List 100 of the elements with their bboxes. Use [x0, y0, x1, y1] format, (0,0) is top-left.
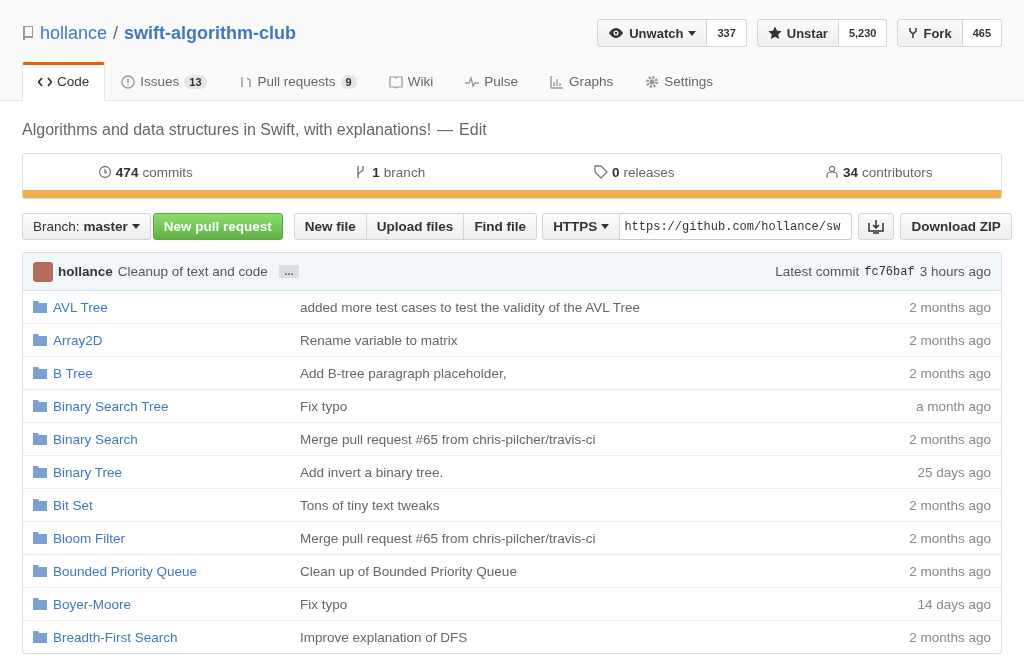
file-age: a month ago [915, 398, 991, 414]
watch-button[interactable]: Unwatch [597, 19, 708, 47]
edit-link[interactable]: Edit [459, 121, 487, 143]
stat-icon [97, 165, 112, 179]
folder-link[interactable]: Bit Set [53, 497, 93, 513]
download-zip-button[interactable]: Download ZIP [900, 213, 1012, 240]
latest-commit-label: Latest commit [775, 264, 860, 279]
repo-description: Algorithms and data structures in Swift, with explanations! [22, 121, 432, 140]
commit-message-link[interactable]: Merge pull request #65 from chris-pilcher/travis-ci [300, 530, 910, 546]
folder-link[interactable]: Bounded Priority Queue [53, 563, 198, 579]
file-age: 25 days ago [917, 464, 991, 480]
folder-link[interactable]: Boyer-Moore [53, 596, 132, 612]
avatar [33, 261, 53, 282]
star-button[interactable]: Unstar [756, 19, 839, 47]
commit-message-link[interactable]: Improve explanation of DFS [300, 629, 910, 645]
repo-name-link[interactable]: swift-algorithm-club [124, 22, 297, 44]
commit-message: Cleanup of text and code [117, 264, 268, 279]
file-age: 2 months ago [909, 563, 991, 579]
commit-message-link[interactable]: Fix typo [300, 596, 918, 612]
stat-icon [593, 165, 608, 179]
folder-icon [33, 532, 47, 544]
settings-tab[interactable]: Settings [629, 62, 730, 101]
commit-message-link[interactable]: Merge pull request #65 from chris-pilcher/travis-ci [300, 431, 910, 447]
branch-link[interactable]: 1 branch [267, 164, 512, 180]
tab-counter: 13 [184, 74, 207, 89]
commit-message-link[interactable]: Clean up of Bounded Priority Queue [300, 563, 910, 579]
folder-link[interactable]: Binary Search [53, 431, 138, 447]
issues-tab[interactable]: Issues 13 [105, 62, 223, 101]
commit-message-link[interactable]: Rename variable to matrix [300, 332, 910, 348]
owner-link[interactable]: hollance [40, 22, 108, 44]
tab-icon [645, 74, 660, 89]
file-action-button[interactable]: Upload files [365, 213, 465, 240]
commit-message-link[interactable]: Fix typo [300, 398, 916, 414]
tab-icon [465, 74, 480, 89]
folder-icon [33, 301, 47, 313]
folder-link[interactable]: AVL Tree [53, 299, 108, 315]
fork-button[interactable]: Fork [897, 19, 963, 47]
clone-url-field[interactable]: https://github.com/hollance/sw [620, 213, 853, 240]
commit-time: 3 hours ago [919, 264, 991, 279]
pulse-tab[interactable]: Pulse [449, 62, 534, 101]
code-tab[interactable]: Code [22, 62, 106, 101]
folder-icon [33, 499, 47, 511]
folder-link[interactable]: Binary Search Tree [53, 398, 169, 414]
folder-icon [33, 565, 47, 577]
folder-link[interactable]: Bloom Filter [53, 530, 125, 546]
protocol-select[interactable]: HTTPS [542, 213, 621, 240]
wiki-tab[interactable]: Wiki [372, 62, 450, 101]
folder-icon [33, 334, 47, 346]
expand-button[interactable]: … [278, 265, 299, 278]
count-label[interactable]: 337 [707, 19, 747, 47]
path-separator: / [113, 22, 119, 44]
tab-icon [238, 74, 253, 89]
file-age: 2 months ago [909, 365, 991, 381]
count-label[interactable]: 465 [962, 19, 1002, 47]
file-action-button[interactable]: Find file [463, 213, 538, 240]
folder-icon [33, 631, 47, 643]
download-icon [868, 219, 885, 234]
pulls-tab[interactable]: Pull requests 9 [222, 62, 373, 101]
description-separator: — [437, 121, 454, 140]
commit-message-link[interactable]: added more test cases to test the validity of the AVL Tree [300, 299, 910, 315]
folder-link[interactable]: Breadth-First Search [53, 629, 178, 645]
caret-icon [688, 30, 697, 36]
branch-select[interactable]: Branch: master [22, 213, 151, 240]
commit-message-link[interactable]: Add invert a binary tree. [300, 464, 918, 480]
caret-icon [601, 224, 610, 229]
open-in-desktop-button[interactable] [858, 213, 895, 240]
folder-icon [33, 598, 47, 610]
tab-icon [121, 74, 136, 89]
file-age: 2 months ago [909, 332, 991, 348]
commits-link[interactable]: 474 commits [23, 164, 268, 180]
folder-icon [33, 400, 47, 412]
count-label[interactable]: 5,230 [838, 19, 888, 47]
star-icon [767, 26, 782, 40]
file-action-button[interactable]: New file [293, 213, 367, 240]
fork-icon [908, 26, 919, 40]
file-age: 2 months ago [909, 497, 991, 513]
stat-icon [824, 165, 839, 179]
tab-counter: 9 [340, 74, 357, 89]
commit-author[interactable]: hollance [58, 264, 113, 279]
repo-icon [22, 25, 34, 41]
file-age: 2 months ago [909, 530, 991, 546]
folder-icon [33, 466, 47, 478]
file-age: 14 days ago [917, 596, 991, 612]
caret-icon [131, 224, 140, 229]
releases-link[interactable]: 0 releases [512, 164, 757, 180]
commit-message-link[interactable]: Add B-tree paragraph placeholder, [300, 365, 910, 381]
file-age: 2 months ago [909, 299, 991, 315]
folder-link[interactable]: B Tree [53, 365, 93, 381]
file-age: 2 months ago [909, 431, 991, 447]
contributors-link[interactable]: 34 contributors [756, 164, 1001, 180]
graphs-tab[interactable]: Graphs [534, 62, 630, 101]
folder-icon [33, 367, 47, 379]
folder-link[interactable]: Binary Tree [53, 464, 123, 480]
commit-message-link[interactable]: Tons of tiny text tweaks [300, 497, 910, 513]
folder-link[interactable]: Array2D [53, 332, 103, 348]
eye-icon [608, 27, 625, 39]
file-age: 2 months ago [909, 629, 991, 645]
tab-icon [388, 74, 403, 89]
tab-icon [550, 74, 564, 89]
commit-sha[interactable]: fc76baf [864, 264, 915, 279]
